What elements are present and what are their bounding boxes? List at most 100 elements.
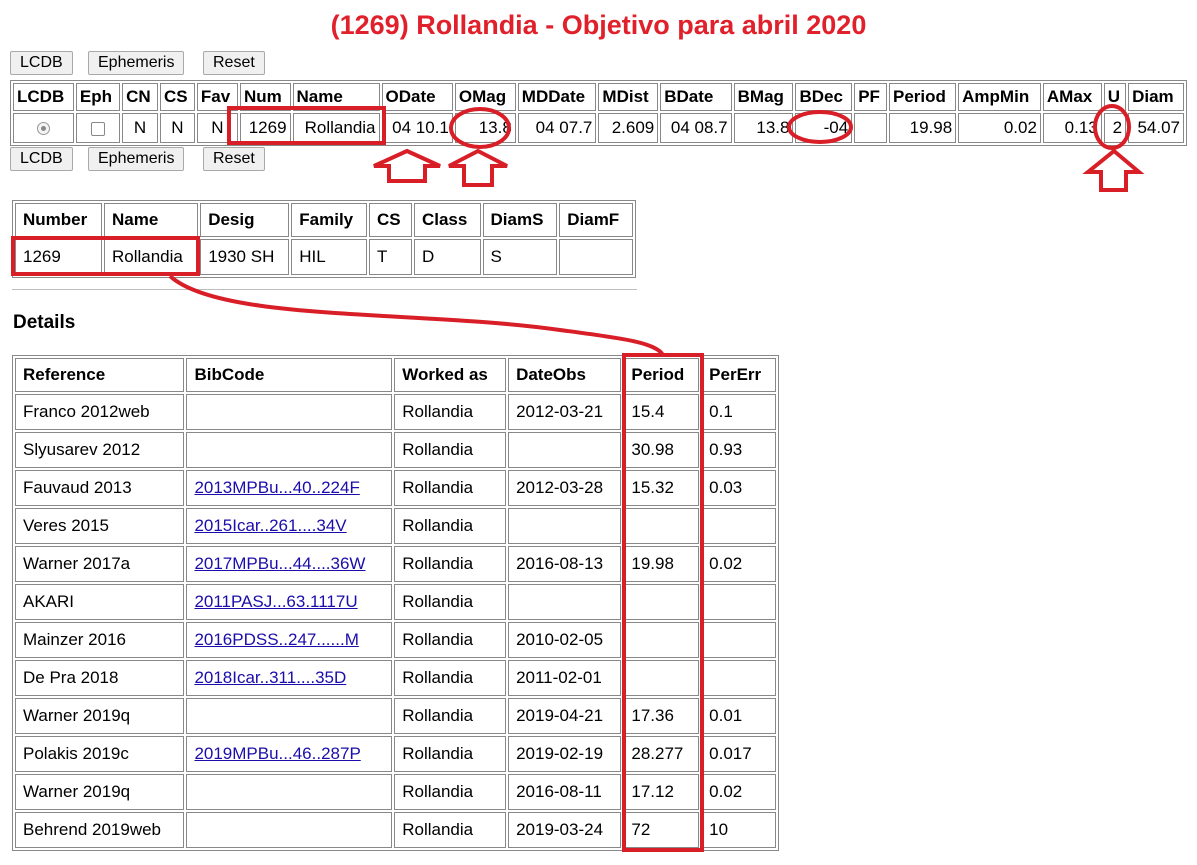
info-row: 1269 Rollandia 1930 SH HIL T D S (15, 239, 633, 275)
details-cell-worked-as: Rollandia (394, 698, 507, 734)
ampmin-cell: 0.02 (958, 113, 1041, 143)
bibcode-link[interactable]: 2013MPBu...40..224F (194, 478, 359, 497)
ephemeris-button-bottom[interactable]: Ephemeris (88, 147, 185, 171)
details-cell-worked-as: Rollandia (394, 584, 507, 620)
info-cell-number: 1269 (15, 239, 102, 275)
fav-cell: N (196, 113, 238, 143)
details-cell-dateobs: 2012-03-21 (508, 394, 622, 430)
details-cell-dateobs (508, 584, 622, 620)
eph-checkbox-cell[interactable] (75, 113, 121, 143)
details-cell-pererr: 0.02 (701, 546, 776, 582)
period-cell: 19.98 (889, 113, 957, 143)
info-cell-name: Rollandia (103, 239, 199, 275)
details-cell-pererr: 0.01 (701, 698, 776, 734)
col-header-cn: CN (122, 83, 159, 111)
lcdb-button-bottom[interactable]: LCDB (10, 147, 73, 171)
col-header-mddate: MDDate (517, 83, 597, 111)
col-header-omag: OMag (454, 83, 516, 111)
cs-cell: N (160, 113, 195, 143)
col-header-lcdb: LCDB (13, 83, 74, 111)
details-table-row: Fauvaud 2013 2013MPBu...40..224F Rollandia… (15, 470, 776, 506)
details-cell-worked-as: Rollandia (394, 432, 507, 468)
col-header-pf: PF (854, 83, 887, 111)
details-cell-worked-as: Rollandia (394, 736, 507, 772)
details-cell-period: 17.36 (623, 698, 700, 734)
asteroid-info-table: Number Name Desig Family CS Class DiamS DiamF 1… (12, 200, 636, 278)
bibcode-link[interactable]: 2018Icar..311....35D (194, 668, 346, 687)
info-col-header-class: Class (413, 203, 481, 237)
details-cell-pererr: 0.1 (701, 394, 776, 430)
name-cell: Rollandia (292, 113, 380, 143)
details-cell-dateobs (508, 508, 622, 544)
details-cell-pererr: 0.017 (701, 736, 776, 772)
lcdb-radio-cell[interactable] (13, 113, 74, 143)
bibcode-link[interactable]: 2015Icar..261....34V (194, 516, 346, 535)
details-cell-bibcode (186, 432, 393, 468)
details-heading: Details (13, 312, 76, 333)
lcdb-radio[interactable] (36, 122, 50, 136)
details-cell-reference: Polakis 2019c (15, 736, 185, 772)
details-col-header-period: Period (623, 358, 700, 392)
bibcode-link[interactable]: 2016PDSS..247......M (194, 630, 358, 649)
details-cell-bibcode: 2018Icar..311....35D (186, 660, 393, 696)
page-title: (1269) Rollandia - Objetivo para abril 2… (330, 10, 867, 40)
connector-curve (168, 274, 665, 357)
info-col-header-number: Number (15, 203, 102, 237)
bdate-cell: 04 08.7 (660, 113, 732, 143)
info-cell-cs: T (369, 239, 412, 275)
details-cell-worked-as: Rollandia (394, 812, 507, 848)
details-cell-bibcode (186, 394, 393, 430)
details-cell-period (623, 584, 700, 620)
omag-cell: 13.8 (454, 113, 516, 143)
info-col-header-cs: CS (369, 203, 412, 237)
bdec-cell: -04 (795, 113, 853, 143)
info-cell-class: D (413, 239, 481, 275)
bibcode-link[interactable]: 2019MPBu...46..287P (194, 744, 360, 763)
details-cell-period: 15.32 (623, 470, 700, 506)
details-cell-period: 17.12 (623, 774, 700, 810)
details-cell-dateobs: 2019-02-19 (508, 736, 622, 772)
col-header-diam: Diam (1128, 83, 1184, 111)
reset-button-bottom[interactable]: Reset (203, 147, 265, 171)
details-table-row: Warner 2017a 2017MPBu...44....36W Rollandi… (15, 546, 776, 582)
odate-cell: 04 10.1 (381, 113, 453, 143)
summary-row: N N N 1269 Rollandia 04 10.1 13.8 04 07.… (13, 113, 1184, 143)
details-cell-dateobs: 2019-04-21 (508, 698, 622, 734)
details-table-row: Franco 2012web Rollandia 2012-03-21 15.4 0.1 (15, 394, 776, 430)
details-cell-dateobs: 2012-03-28 (508, 470, 622, 506)
details-cell-pererr: 0.93 (701, 432, 776, 468)
details-cell-dateobs: 2010-02-05 (508, 622, 622, 658)
details-cell-worked-as: Rollandia (394, 546, 507, 582)
arrow-up-u (1082, 148, 1145, 192)
details-cell-worked-as: Rollandia (394, 660, 507, 696)
reset-button-top[interactable]: Reset (203, 51, 265, 75)
lcdb-button-top[interactable]: LCDB (10, 51, 73, 75)
ephemeris-button-top[interactable]: Ephemeris (88, 51, 185, 75)
details-cell-period: 15.4 (623, 394, 700, 430)
details-cell-period (623, 660, 700, 696)
bibcode-link[interactable]: 2011PASJ...63.1117U (194, 592, 357, 611)
details-cell-reference: Behrend 2019web (15, 812, 185, 848)
eph-checkbox[interactable] (91, 121, 105, 136)
details-cell-reference: De Pra 2018 (15, 660, 185, 696)
details-cell-dateobs (508, 432, 622, 468)
info-header-row: Number Name Desig Family CS Class DiamS DiamF (15, 203, 633, 237)
details-cell-period (623, 508, 700, 544)
cn-cell: N (122, 113, 159, 143)
details-cell-reference: Veres 2015 (15, 508, 185, 544)
bibcode-link[interactable]: 2017MPBu...44....36W (194, 554, 365, 573)
details-cell-worked-as: Rollandia (394, 394, 507, 430)
details-cell-bibcode (186, 774, 393, 810)
col-header-fav: Fav (196, 83, 238, 111)
details-cell-bibcode: 2015Icar..261....34V (186, 508, 393, 544)
details-cell-worked-as: Rollandia (394, 774, 507, 810)
details-table-row: Behrend 2019web Rollandia 2019-03-24 72 10 (15, 812, 776, 848)
details-cell-bibcode: 2011PASJ...63.1117U (186, 584, 393, 620)
col-header-period: Period (889, 83, 957, 111)
col-header-odate: ODate (381, 83, 453, 111)
details-cell-pererr: 0.03 (701, 470, 776, 506)
details-cell-worked-as: Rollandia (394, 508, 507, 544)
details-col-header-worked-as: Worked as (394, 358, 507, 392)
details-cell-period: 28.277 (623, 736, 700, 772)
col-header-ampmin: AmpMin (958, 83, 1041, 111)
